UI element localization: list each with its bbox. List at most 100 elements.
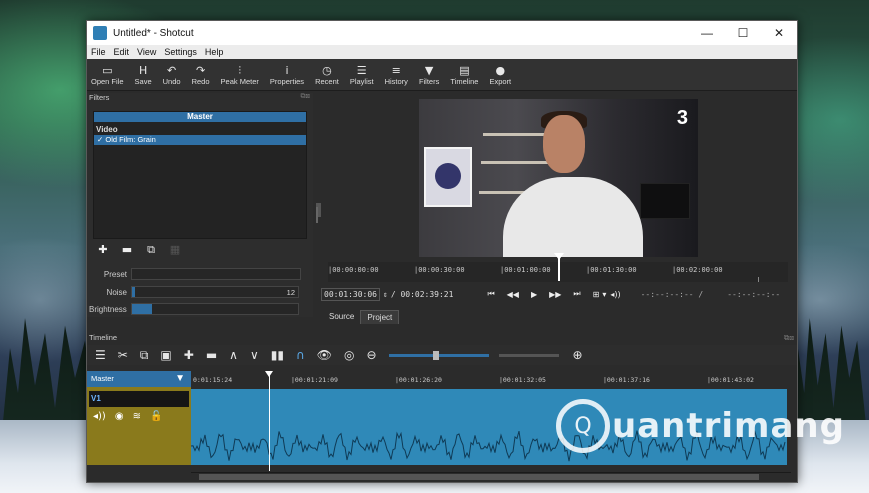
paste-icon[interactable]: ▣ (160, 349, 171, 361)
menu-file[interactable]: File (91, 47, 106, 57)
copy-filter-button[interactable]: ⧉ (143, 243, 159, 256)
viewer-splitter[interactable] (316, 207, 318, 223)
player-playhead[interactable] (554, 253, 564, 281)
lift-icon[interactable]: ∧ (229, 349, 238, 361)
timeline-label: Timeline (450, 76, 479, 86)
volume-button[interactable]: ◂)) (610, 290, 620, 299)
composite-icon[interactable]: ≋ (133, 411, 141, 422)
track-controls: ◂)) ◉ ≋ 🔓 (93, 411, 171, 422)
recent-label: Recent (315, 76, 339, 86)
append-icon[interactable]: ✚ (184, 349, 194, 361)
video-preview[interactable]: 3 (419, 99, 698, 257)
copy-icon[interactable]: ⧉ (140, 349, 149, 361)
remove-filter-button[interactable]: ▬ (119, 243, 135, 256)
ruler-tick-label: |00:00:00:00 (328, 266, 379, 274)
save-button[interactable]: H Save (135, 64, 152, 86)
ruler-tick-label: |00:01:00:00 (500, 266, 551, 274)
timeline-ruler-label: |00:01:32:05 (499, 376, 546, 384)
export-icon: ● (495, 63, 506, 77)
save-label: Save (134, 76, 152, 86)
timeline-horizontal-scrollbar[interactable] (191, 472, 791, 481)
hide-icon[interactable]: ◉ (115, 411, 124, 422)
play-button[interactable]: ▶ (531, 290, 537, 299)
add-filter-button[interactable]: ✚ (95, 243, 111, 256)
clock-icon: ◷ (322, 63, 332, 77)
open-file-button[interactable]: ▭ Open File (91, 64, 124, 86)
lock-icon[interactable]: 🔓 (150, 411, 162, 422)
export-button[interactable]: ● Export (489, 64, 511, 86)
properties-label: Properties (269, 76, 305, 86)
preview-monitor (640, 183, 690, 219)
timeline-ruler-label: |00:01:43:02 (707, 376, 754, 384)
brightness-slider[interactable] (131, 303, 299, 315)
filters-panel-title: Filters ⧉⊠ (87, 93, 313, 104)
brightness-slider-fill (132, 304, 152, 314)
timecode-spinner-icon[interactable]: ⇕ (383, 290, 388, 299)
undo-button[interactable]: ↶ Undo (163, 64, 181, 86)
rewind-button[interactable]: ◀◀ (507, 290, 519, 299)
menu-icon[interactable]: ☰ (95, 349, 106, 361)
filter-buttons: ✚ ▬ ⧉ ▦ (95, 243, 191, 256)
ruler-tick-label: |00:01:30:00 (586, 266, 637, 274)
menu-settings[interactable]: Settings (164, 47, 197, 57)
timeline-title: Timeline (89, 333, 118, 342)
minimize-button[interactable]: — (689, 21, 725, 45)
maximize-button[interactable]: ☐ (725, 21, 761, 45)
deselect-filter-button[interactable]: ▦ (167, 243, 183, 256)
filter-item-old-film-grain[interactable]: ✓ Old Film: Grain (94, 135, 306, 145)
close-button[interactable]: ✕ (761, 21, 797, 45)
filter-icon[interactable]: ▼ (175, 371, 185, 387)
folder-icon: ▭ (102, 63, 113, 77)
ruler-tick-label: |00:02:00:00 (672, 266, 723, 274)
tab-source[interactable]: Source (323, 310, 360, 324)
mute-icon[interactable]: ◂)) (93, 411, 106, 422)
preview-shelf (481, 161, 553, 164)
timeline-ruler-label: |00:01:21:09 (291, 376, 338, 384)
timeline-zoom-slider[interactable] (388, 350, 489, 360)
preset-dropdown[interactable] (131, 268, 301, 280)
timeline-playhead[interactable] (265, 371, 273, 471)
peak-meter-button[interactable]: ⫶ Peak Meter (221, 64, 259, 86)
brightness-label: Brightness (89, 304, 127, 314)
timeline-master-header[interactable]: Master ▼ (87, 371, 191, 387)
filters-button[interactable]: ▼ Filters (419, 64, 439, 86)
timeline-button[interactable]: ▤ Timeline (450, 64, 478, 86)
current-timecode[interactable]: 00:01:30:06 (321, 287, 380, 301)
snap-icon[interactable]: ∩ (296, 349, 305, 361)
properties-button[interactable]: i Properties (270, 64, 304, 86)
menu-help[interactable]: Help (205, 47, 224, 57)
track-v1-header[interactable]: V1 (89, 391, 189, 407)
cut-icon[interactable]: ✂ (118, 349, 128, 361)
redo-icon: ↷ (195, 63, 206, 77)
in-point: --:--:--:-- / (640, 289, 704, 299)
menu-view[interactable]: View (137, 47, 156, 57)
video-section-label: Video (96, 125, 118, 134)
fast-forward-button[interactable]: ▶▶ (549, 290, 561, 299)
split-icon[interactable]: ▮▮ (271, 349, 284, 361)
zoom-in-icon[interactable]: ⊕ (573, 349, 583, 361)
redo-button[interactable]: ↷ Redo (192, 64, 210, 86)
noise-label: Noise (106, 287, 127, 297)
skip-to-end-button[interactable]: ⏭ (573, 289, 580, 299)
grid-toggle-button[interactable]: ⊞ (593, 290, 600, 299)
out-point: --:--:--:-- (727, 289, 781, 299)
overwrite-icon[interactable]: ∨ (250, 349, 259, 361)
playlist-button[interactable]: ☰ Playlist (350, 64, 374, 86)
skip-to-start-button[interactable]: ⏮ (487, 289, 494, 299)
timeline-ruler[interactable]: 0:01:15:24 |00:01:21:09 |00:01:26:20 |00… (191, 371, 791, 387)
recent-button[interactable]: ◷ Recent (315, 64, 339, 86)
menu-edit[interactable]: Edit (114, 47, 130, 57)
export-label: Export (489, 76, 512, 86)
panel-float-close-icon[interactable]: ⧉⊠ (301, 93, 313, 104)
remove-icon[interactable]: ▬ (206, 349, 217, 361)
panel-float-close-icon[interactable]: ⧉⊠ (784, 333, 797, 344)
noise-slider[interactable]: 12 (131, 286, 299, 298)
tab-project[interactable]: Project (360, 310, 400, 324)
scrollbar-thumb[interactable] (199, 474, 759, 480)
history-button[interactable]: ≡ History (385, 64, 408, 86)
grid-dropdown-icon[interactable]: ▾ (602, 290, 606, 299)
ripple-icon[interactable]: ◎ (344, 349, 354, 361)
zoom-out-icon[interactable]: ⊖ (366, 349, 376, 361)
scrub-icon[interactable]: 👁 (317, 349, 332, 361)
filter-list[interactable]: Master Video ✓ Old Film: Grain (93, 111, 307, 239)
